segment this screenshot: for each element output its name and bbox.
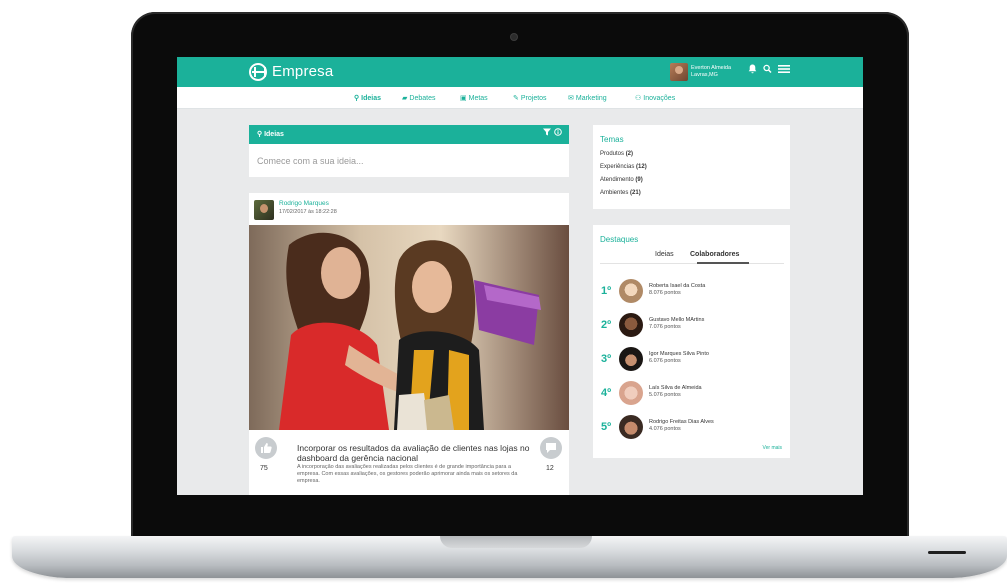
post-card: Rodrigo Marques 17/02/2017 às 18:22:28 7…	[249, 193, 569, 495]
tema-label: Ambientes	[600, 190, 629, 196]
avatar	[619, 381, 643, 405]
avatar	[619, 313, 643, 337]
post-title[interactable]: Incorporar os resultados da avaliação de…	[297, 443, 533, 463]
webcam	[511, 34, 517, 40]
search-icon[interactable]	[763, 64, 772, 79]
tab-label: Marketing	[575, 95, 607, 102]
map-pin-icon: ⚲	[354, 95, 360, 102]
tab-label: Projetos	[520, 95, 547, 102]
rank-position: 3º	[601, 353, 612, 365]
post-text: A incorporação das avaliações realizadas…	[297, 464, 518, 484]
chat-icon: ▰	[402, 95, 408, 102]
tema-count: (21)	[630, 190, 641, 196]
rank-points: 8.076 pontos	[649, 290, 681, 296]
mail-icon: ✉	[568, 95, 574, 102]
tab-ideias[interactable]: ⚲ Ideias	[354, 94, 381, 102]
main-nav: ⚲ Ideias ▰ Debates ▣ Metas ✎ Projetos ✉ Marke…	[177, 87, 863, 109]
ranking-row[interactable]: 1º Roberta Isael da Costa 8.076 pontos	[601, 279, 781, 307]
like-button[interactable]	[255, 437, 277, 459]
tema-count: (2)	[625, 151, 634, 157]
avatar	[619, 279, 643, 303]
like-count: 75	[260, 465, 268, 472]
menu-icon[interactable]	[778, 64, 790, 79]
ideas-bar: ⚲ Ideias	[249, 125, 569, 144]
tab-projetos[interactable]: ✎ Projetos	[513, 94, 547, 102]
tab-label: Debates	[409, 95, 436, 102]
info-icon[interactable]	[554, 128, 562, 138]
tema-item[interactable]: Atendimento (9)	[600, 177, 643, 183]
post-photo[interactable]	[249, 225, 569, 430]
tab-label: Metas	[468, 95, 488, 102]
tema-count: (9)	[635, 177, 643, 183]
ranking-row[interactable]: 3º Igor Marques Silva Pinto 6.076 pontos	[601, 347, 781, 375]
user-location: Lavras,MG	[691, 72, 718, 78]
tema-label: Atendimento	[600, 177, 634, 183]
filter-icon[interactable]	[543, 128, 554, 138]
rank-position: 1º	[601, 285, 612, 297]
tab-inovacoes[interactable]: ⚇ Inovações	[635, 94, 675, 102]
rank-name: Gustavo Mello MArtins	[649, 317, 705, 323]
idea-input[interactable]	[249, 144, 569, 177]
rank-name: Rodrigo Freitas Dias Alves	[649, 419, 714, 425]
rank-position: 5º	[601, 421, 612, 433]
tab-destaques-colaboradores[interactable]: Colaboradores	[690, 251, 739, 258]
rank-points: 6.076 pontos	[649, 358, 681, 364]
rank-points: 5.076 pontos	[649, 392, 681, 398]
app-header: Empresa Everton Almeida Lavras,MG	[177, 57, 863, 87]
ranking-row[interactable]: 4º Laís Silva de Almeida 5.076 pontos	[601, 381, 781, 409]
rank-name: Roberta Isael da Costa	[649, 283, 706, 289]
avatar	[619, 347, 643, 371]
ideas-bar-label: Ideias	[264, 131, 284, 138]
tab-metas[interactable]: ▣ Metas	[460, 94, 488, 102]
rank-points: 4.076 pontos	[649, 426, 681, 432]
user-avatar[interactable]	[670, 63, 688, 81]
active-tab-indicator	[697, 262, 749, 264]
user-name[interactable]: Everton Almeida	[691, 65, 731, 71]
tab-debates[interactable]: ▰ Debates	[402, 94, 435, 102]
tema-count: (12)	[636, 164, 647, 170]
ranking-row[interactable]: 2º Gustavo Mello MArtins 7.076 pontos	[601, 313, 781, 341]
laptop-slot	[928, 551, 966, 554]
temas-panel: Temas Produtos (2) Experiências (12) Ate…	[593, 125, 790, 209]
target-icon: ▣	[460, 95, 467, 102]
bell-icon[interactable]	[748, 64, 757, 79]
see-more-link[interactable]: Ver mais	[763, 445, 782, 451]
avatar	[619, 415, 643, 439]
rank-points: 7.076 pontos	[649, 324, 681, 330]
destaques-panel: Destaques Ideias Colaboradores 1º Robert…	[593, 225, 790, 458]
post-author-avatar[interactable]	[254, 200, 274, 220]
temas-title: Temas	[600, 135, 624, 144]
tema-item[interactable]: Ambientes (21)	[600, 190, 641, 196]
comment-count: 12	[546, 465, 554, 472]
tab-divider	[600, 263, 784, 264]
screen: Empresa Everton Almeida Lavras,MG ⚲ Ideia…	[177, 57, 863, 495]
rank-name: Igor Marques Silva Pinto	[649, 351, 709, 357]
tema-item[interactable]: Experiências (12)	[600, 164, 647, 170]
app-name[interactable]: Empresa	[272, 63, 333, 80]
post-date: 17/02/2017 às 18:22:28	[279, 209, 337, 215]
tema-label: Experiências	[600, 164, 635, 170]
tab-marketing[interactable]: ✉ Marketing	[568, 94, 607, 102]
post-author[interactable]: Rodrigo Marques	[279, 200, 329, 207]
tab-destaques-ideias[interactable]: Ideias	[655, 251, 674, 258]
ideas-bar-actions	[543, 128, 562, 138]
rank-position: 4º	[601, 387, 612, 399]
logo-icon[interactable]	[249, 63, 267, 81]
users-icon: ⚇	[635, 95, 642, 102]
rank-name: Laís Silva de Almeida	[649, 385, 702, 391]
tema-item[interactable]: Produtos (2)	[600, 151, 633, 157]
comment-button[interactable]	[540, 437, 562, 459]
rank-position: 2º	[601, 319, 612, 331]
ideas-bar-title: ⚲ Ideias	[257, 131, 284, 138]
tab-label: Inovações	[643, 95, 676, 102]
laptop-opening-notch	[440, 536, 592, 548]
wrench-icon: ✎	[513, 95, 519, 102]
ranking-row[interactable]: 5º Rodrigo Freitas Dias Alves 4.076 pont…	[601, 415, 781, 443]
tab-label: Ideias	[361, 95, 381, 102]
tema-label: Produtos	[600, 151, 625, 157]
destaques-title: Destaques	[600, 235, 639, 244]
